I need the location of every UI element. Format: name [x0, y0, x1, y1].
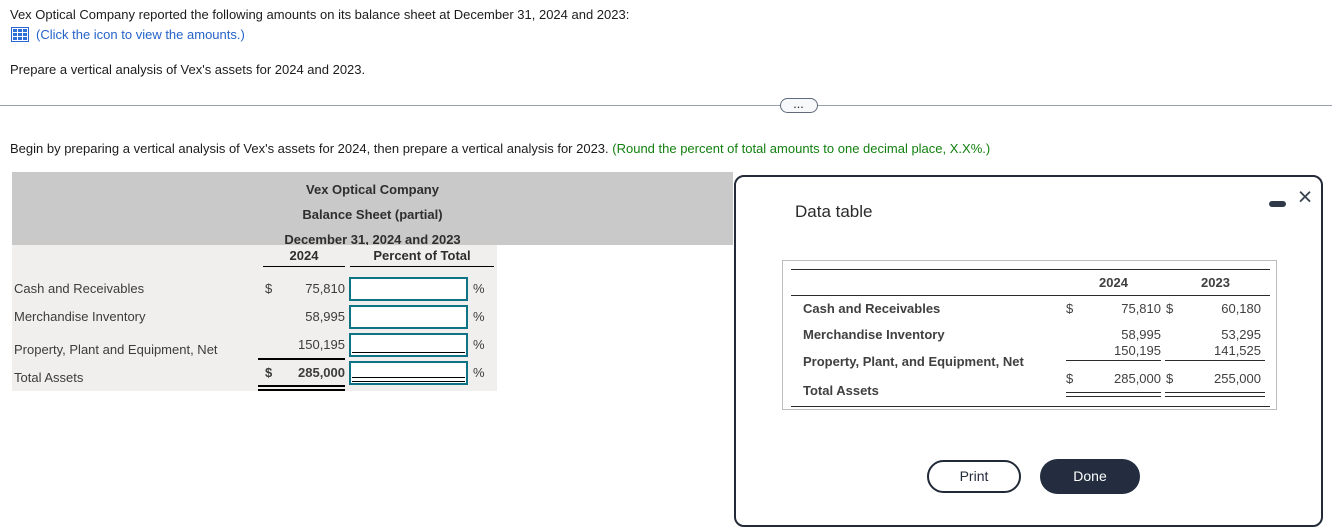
- amount: 141,525: [1214, 343, 1261, 358]
- double-rule-bottom: [258, 389, 345, 391]
- percent-input-total[interactable]: [349, 361, 468, 385]
- amount: 58,995: [1121, 327, 1161, 342]
- section-divider: [0, 105, 1332, 106]
- worksheet-column-headers: 2024 Percent of Total: [12, 245, 497, 271]
- amount: 53,295: [1221, 327, 1261, 342]
- instruction-text: Begin by preparing a vertical analysis o…: [10, 141, 613, 156]
- dollar-sign: $: [1066, 301, 1074, 316]
- percent-input-ppe[interactable]: [349, 333, 468, 357]
- minimize-icon: [1269, 201, 1286, 207]
- worksheet-col-percent-of-total: Percent of Total: [350, 248, 494, 267]
- row-label: Cash and Receivables: [14, 281, 145, 296]
- worksheet-title-band: Vex Optical Company Balance Sheet (parti…: [12, 172, 733, 247]
- close-icon[interactable]: ×: [1292, 183, 1318, 211]
- row-label: Property, Plant, and Equipment, Net: [803, 354, 1024, 369]
- double-rule-top: [258, 385, 345, 387]
- percent-sign: %: [473, 309, 485, 324]
- instruction-rounding-note: (Round the percent of total amounts to o…: [612, 141, 991, 156]
- table-bottom-rule: [791, 406, 1270, 408]
- problem-intro: Vex Optical Company reported the followi…: [10, 7, 630, 22]
- percent-sign: %: [473, 281, 485, 296]
- done-button[interactable]: Done: [1040, 459, 1140, 494]
- amount: 60,180: [1221, 301, 1261, 316]
- worksheet-row-cash: Cash and Receivables $ 75,810 %: [12, 275, 497, 303]
- table-top-rule: [791, 269, 1270, 271]
- double-rule-2024-bottom: [1066, 396, 1161, 398]
- worksheet-row-ppe: Property, Plant and Equipment, Net 150,1…: [12, 331, 497, 360]
- double-rule-2024-top: [1066, 392, 1161, 394]
- icon-row: (Click the icon to view the amounts.): [11, 27, 245, 42]
- row-amount: 75,810: [305, 281, 345, 296]
- double-rule-2023-bottom: [1165, 396, 1265, 398]
- percent-sign: %: [473, 365, 485, 380]
- amount: 285,000: [1114, 371, 1161, 386]
- worksheet-body: Cash and Receivables $ 75,810 % Merchand…: [12, 271, 497, 391]
- data-table-icon[interactable]: [11, 27, 29, 42]
- row-label: Merchandise Inventory: [803, 327, 945, 342]
- row-label: Merchandise Inventory: [14, 309, 146, 324]
- view-amounts-link[interactable]: (Click the icon to view the amounts.): [36, 27, 245, 42]
- row-amount: 150,195: [298, 337, 345, 352]
- modal-title: Data table: [795, 202, 873, 221]
- row-label: Total Assets: [14, 370, 84, 385]
- modal-data-table: 2024 2023 Cash and Receivables $ 75,810 …: [782, 260, 1277, 410]
- worksheet-row-total: Total Assets $ 285,000 %: [12, 359, 497, 391]
- instruction-line: Begin by preparing a vertical analysis o…: [10, 141, 990, 156]
- row-label: Cash and Receivables: [803, 301, 941, 316]
- col-header-2023: 2023: [1201, 275, 1230, 290]
- row-label: Total Assets: [803, 383, 879, 398]
- percent-input-cash[interactable]: [349, 277, 468, 301]
- worksheet-row-inventory: Merchandise Inventory 58,995 %: [12, 303, 497, 331]
- percent-sign: %: [473, 337, 485, 352]
- row-label: Property, Plant and Equipment, Net: [14, 342, 218, 357]
- amount: 150,195: [1114, 343, 1161, 358]
- worksheet-statement-name: Balance Sheet (partial): [302, 207, 443, 222]
- data-table-modal: Data table × 2024 2023 Cash and Receivab…: [734, 175, 1323, 527]
- double-rule-2023-top: [1165, 392, 1265, 394]
- dollar-sign: $: [1166, 371, 1174, 386]
- dollar-sign: $: [1166, 301, 1174, 316]
- single-rule-2023: [1165, 360, 1265, 362]
- problem-task: Prepare a vertical analysis of Vex's ass…: [10, 62, 366, 77]
- amount: 75,810: [1121, 301, 1161, 316]
- single-rule-2024: [1066, 360, 1161, 362]
- minimize-button[interactable]: [1266, 195, 1290, 213]
- percent-input-inventory[interactable]: [349, 305, 468, 329]
- worksheet-col-2024: 2024: [263, 248, 345, 267]
- amount: 255,000: [1214, 371, 1261, 386]
- header-rule: [791, 295, 1270, 297]
- dollar-sign: $: [1066, 371, 1074, 386]
- print-button[interactable]: Print: [927, 460, 1021, 493]
- section-expander-button[interactable]: ...: [780, 98, 818, 113]
- worksheet-company-name: Vex Optical Company: [306, 182, 439, 197]
- row-amount: 58,995: [305, 309, 345, 324]
- col-header-2024: 2024: [1099, 275, 1128, 290]
- page: Vex Optical Company reported the followi…: [0, 0, 1332, 531]
- row-amount: 285,000: [298, 365, 345, 380]
